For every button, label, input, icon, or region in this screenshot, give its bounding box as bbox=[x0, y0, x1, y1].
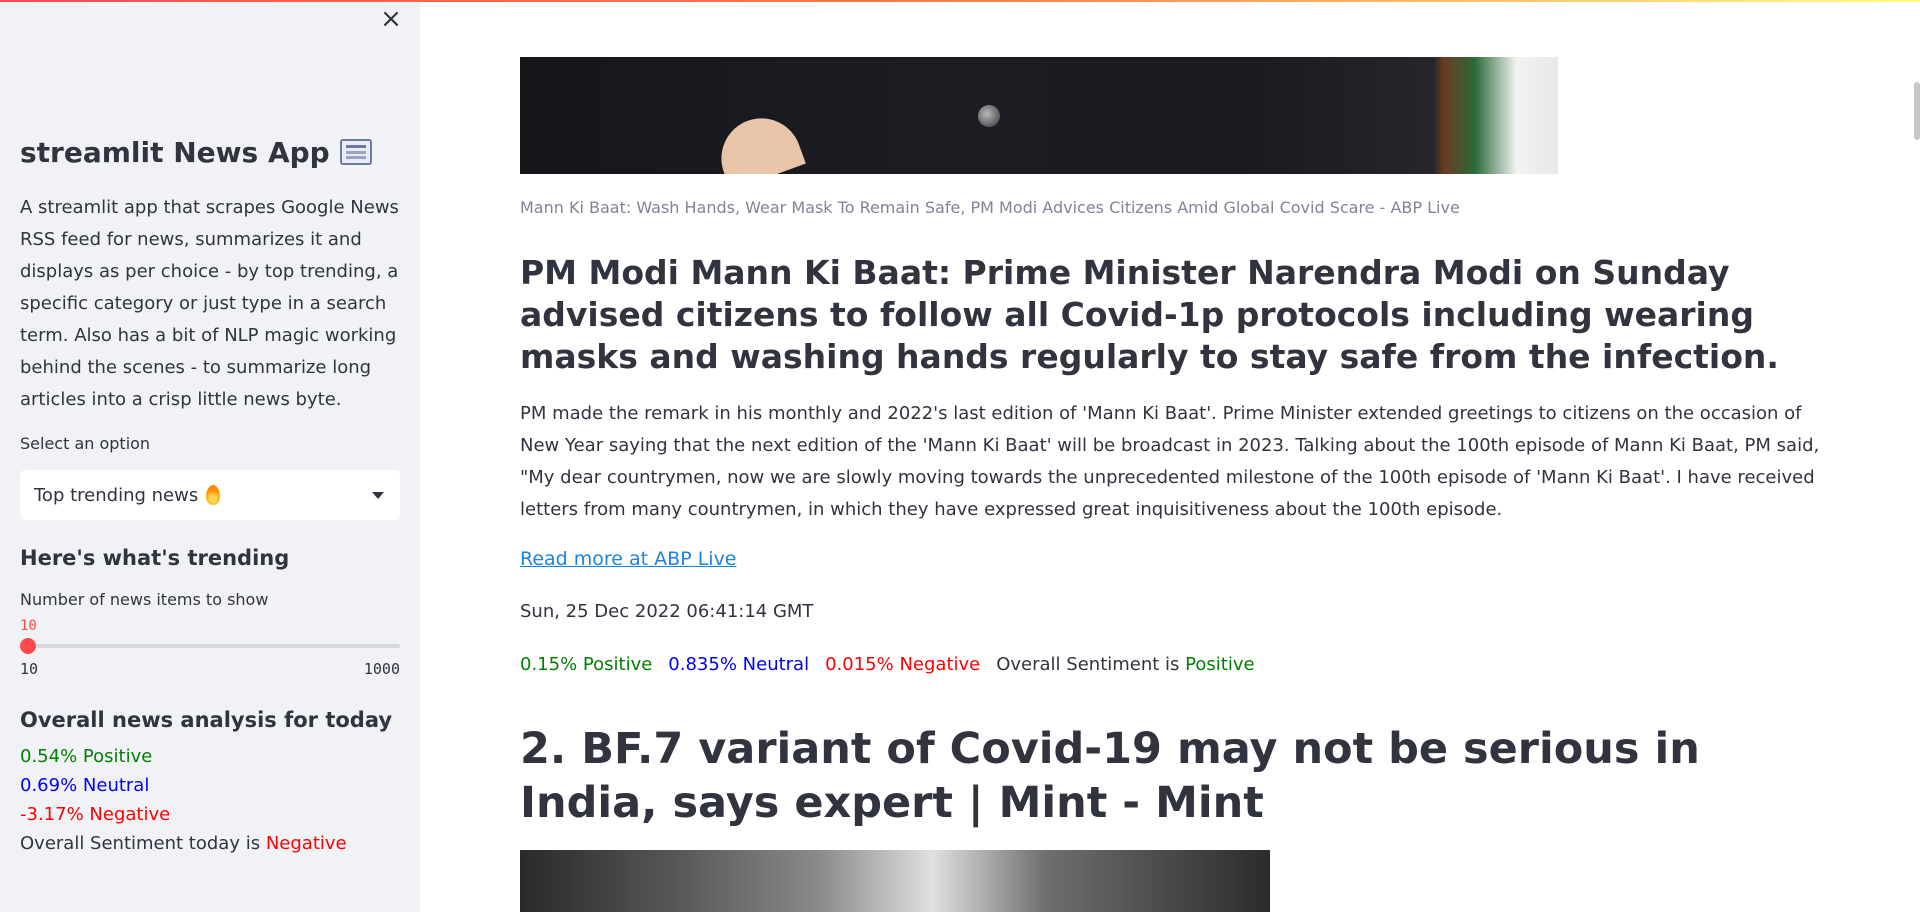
app-description: A streamlit app that scrapes Google News… bbox=[20, 197, 399, 410]
article-neutral: 0.835% Neutral bbox=[668, 654, 810, 675]
read-more-link[interactable]: Read more at ABP Live bbox=[520, 548, 737, 570]
image-caption: Mann Ki Baat: Wash Hands, Wear Mask To R… bbox=[520, 198, 1460, 217]
article-2-image bbox=[520, 850, 1270, 912]
option-select[interactable]: Top trending news bbox=[20, 470, 400, 520]
close-sidebar-button[interactable]: × bbox=[378, 6, 404, 32]
sidebar-content: streamlit News App A streamlit app that … bbox=[20, 130, 400, 858]
article-overall-prefix: Overall Sentiment is bbox=[996, 654, 1180, 675]
slider-label: Number of news items to show bbox=[20, 590, 269, 609]
article-negative: 0.015% Negative bbox=[825, 654, 981, 675]
top-decoration-bar bbox=[0, 0, 1920, 2]
app-title: streamlit News App bbox=[20, 130, 400, 174]
main-content: Mann Ki Baat: Wash Hands, Wear Mask To R… bbox=[420, 0, 1920, 912]
chevron-down-icon bbox=[372, 492, 384, 499]
analysis-heading: Overall news analysis for today bbox=[20, 708, 393, 732]
app-title-text: streamlit News App bbox=[20, 135, 330, 169]
overall-sentiment-today: Overall Sentiment today is Negative bbox=[20, 829, 400, 858]
overall-sentiment-value: Negative bbox=[265, 833, 347, 854]
select-label: Select an option bbox=[20, 434, 151, 453]
option-select-value: Top trending news bbox=[34, 484, 199, 506]
fire-icon bbox=[206, 485, 221, 505]
newspaper-icon bbox=[339, 139, 372, 165]
article-positive: 0.15% Positive bbox=[520, 654, 653, 675]
trending-heading: Here's what's trending bbox=[20, 546, 290, 570]
overall-neutral-stat: 0.69% Neutral bbox=[20, 775, 150, 796]
overall-sentiment-prefix: Overall Sentiment today is bbox=[20, 833, 261, 854]
news-count-slider[interactable]: 10 10 1000 bbox=[20, 618, 400, 678]
article-image-button bbox=[978, 105, 1000, 127]
article-heading: PM Modi Mann Ki Baat: Prime Minister Nar… bbox=[520, 253, 1779, 376]
overall-negative-stat: -3.17% Negative bbox=[20, 804, 171, 825]
slider-max-value: 1000 bbox=[363, 660, 400, 678]
article-overall: Overall Sentiment is Positive bbox=[996, 654, 1254, 675]
scrollbar[interactable] bbox=[1914, 82, 1920, 140]
article-overall-value: Positive bbox=[1185, 654, 1255, 675]
article-sentiment: 0.15% Positive 0.835% Neutral 0.015% Neg… bbox=[520, 654, 1255, 675]
overall-positive-stat: 0.54% Positive bbox=[20, 746, 153, 767]
article-date: Sun, 25 Dec 2022 06:41:14 GMT bbox=[520, 601, 814, 622]
article-image-hand bbox=[710, 107, 806, 174]
article-summary: PM made the remark in his monthly and 20… bbox=[520, 403, 1820, 520]
article-2-heading: 2. BF.7 variant of Covid-19 may not be s… bbox=[520, 724, 1700, 828]
slider-thumb[interactable] bbox=[20, 638, 36, 654]
slider-current-value: 10 bbox=[20, 618, 37, 634]
slider-min-value: 10 bbox=[20, 660, 39, 678]
slider-track[interactable] bbox=[20, 644, 400, 648]
article-image bbox=[520, 57, 1558, 174]
sidebar: × streamlit News App A streamlit app tha… bbox=[0, 0, 420, 912]
close-icon: × bbox=[380, 4, 402, 34]
